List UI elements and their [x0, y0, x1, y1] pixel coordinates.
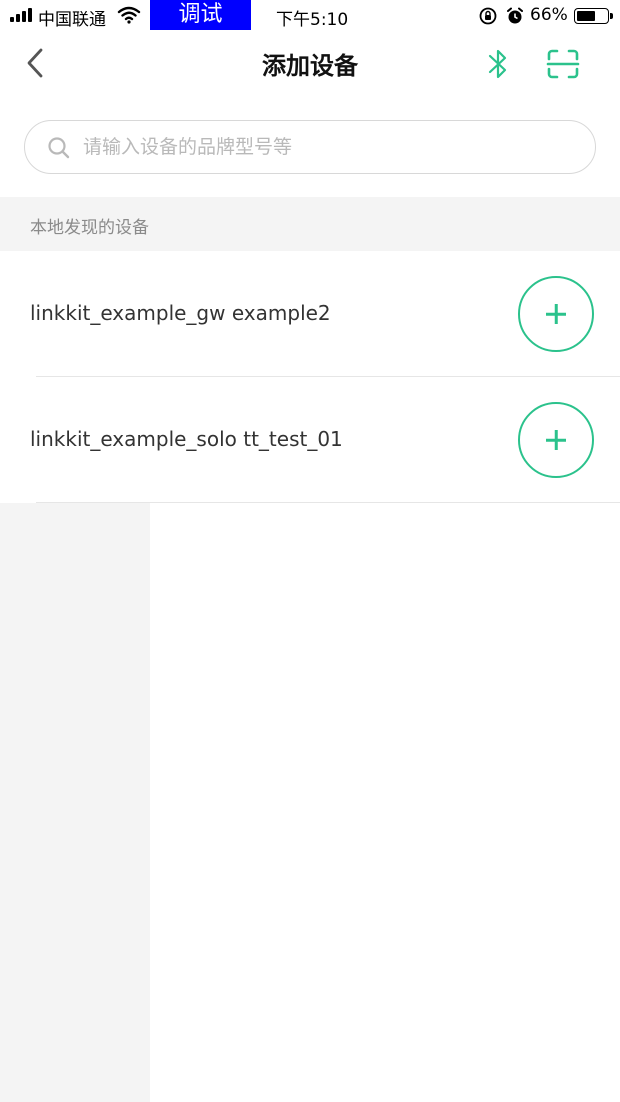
- list-item: linkkit_example_solo tt_test_01: [0, 377, 620, 503]
- orientation-lock-icon: [479, 7, 497, 25]
- page-title: 添加设备: [262, 52, 358, 80]
- carrier-label: 中国联通: [38, 10, 106, 30]
- battery-icon: [574, 8, 613, 24]
- status-time: 下午5:10: [276, 10, 349, 30]
- scan-icon: [546, 49, 580, 79]
- device-list: linkkit_example_gw example2 linkkit_exam…: [0, 251, 620, 503]
- bluetooth-button[interactable]: [484, 46, 512, 82]
- add-device-button[interactable]: [518, 276, 594, 352]
- wifi-icon: [117, 6, 141, 24]
- empty-area-left: [0, 503, 150, 1102]
- search-icon: [48, 137, 70, 159]
- add-device-button[interactable]: [518, 402, 594, 478]
- alarm-icon: [507, 7, 523, 24]
- bluetooth-icon: [488, 49, 507, 79]
- empty-area-right: [150, 503, 620, 1102]
- section-header: 本地发现的设备: [0, 197, 620, 251]
- search-input[interactable]: [83, 131, 573, 163]
- scan-button[interactable]: [546, 49, 580, 79]
- debug-badge: 调试: [150, 0, 251, 30]
- device-name: linkkit_example_solo tt_test_01: [30, 427, 343, 451]
- search-box[interactable]: [24, 120, 596, 174]
- section-header-label: 本地发现的设备: [30, 218, 149, 238]
- status-bar: 中国联通 调试 下午5:10 66%: [0, 0, 620, 32]
- list-item: linkkit_example_gw example2: [0, 251, 620, 377]
- nav-bar: 添加设备: [0, 32, 620, 96]
- device-name: linkkit_example_gw example2: [30, 301, 331, 325]
- signal-icon: [10, 8, 34, 22]
- battery-percent: 66%: [530, 5, 568, 25]
- add-device-screen: 中国联通 调试 下午5:10 66% 添加设备 请输入设备的品牌型号等 本地发现…: [0, 0, 620, 1102]
